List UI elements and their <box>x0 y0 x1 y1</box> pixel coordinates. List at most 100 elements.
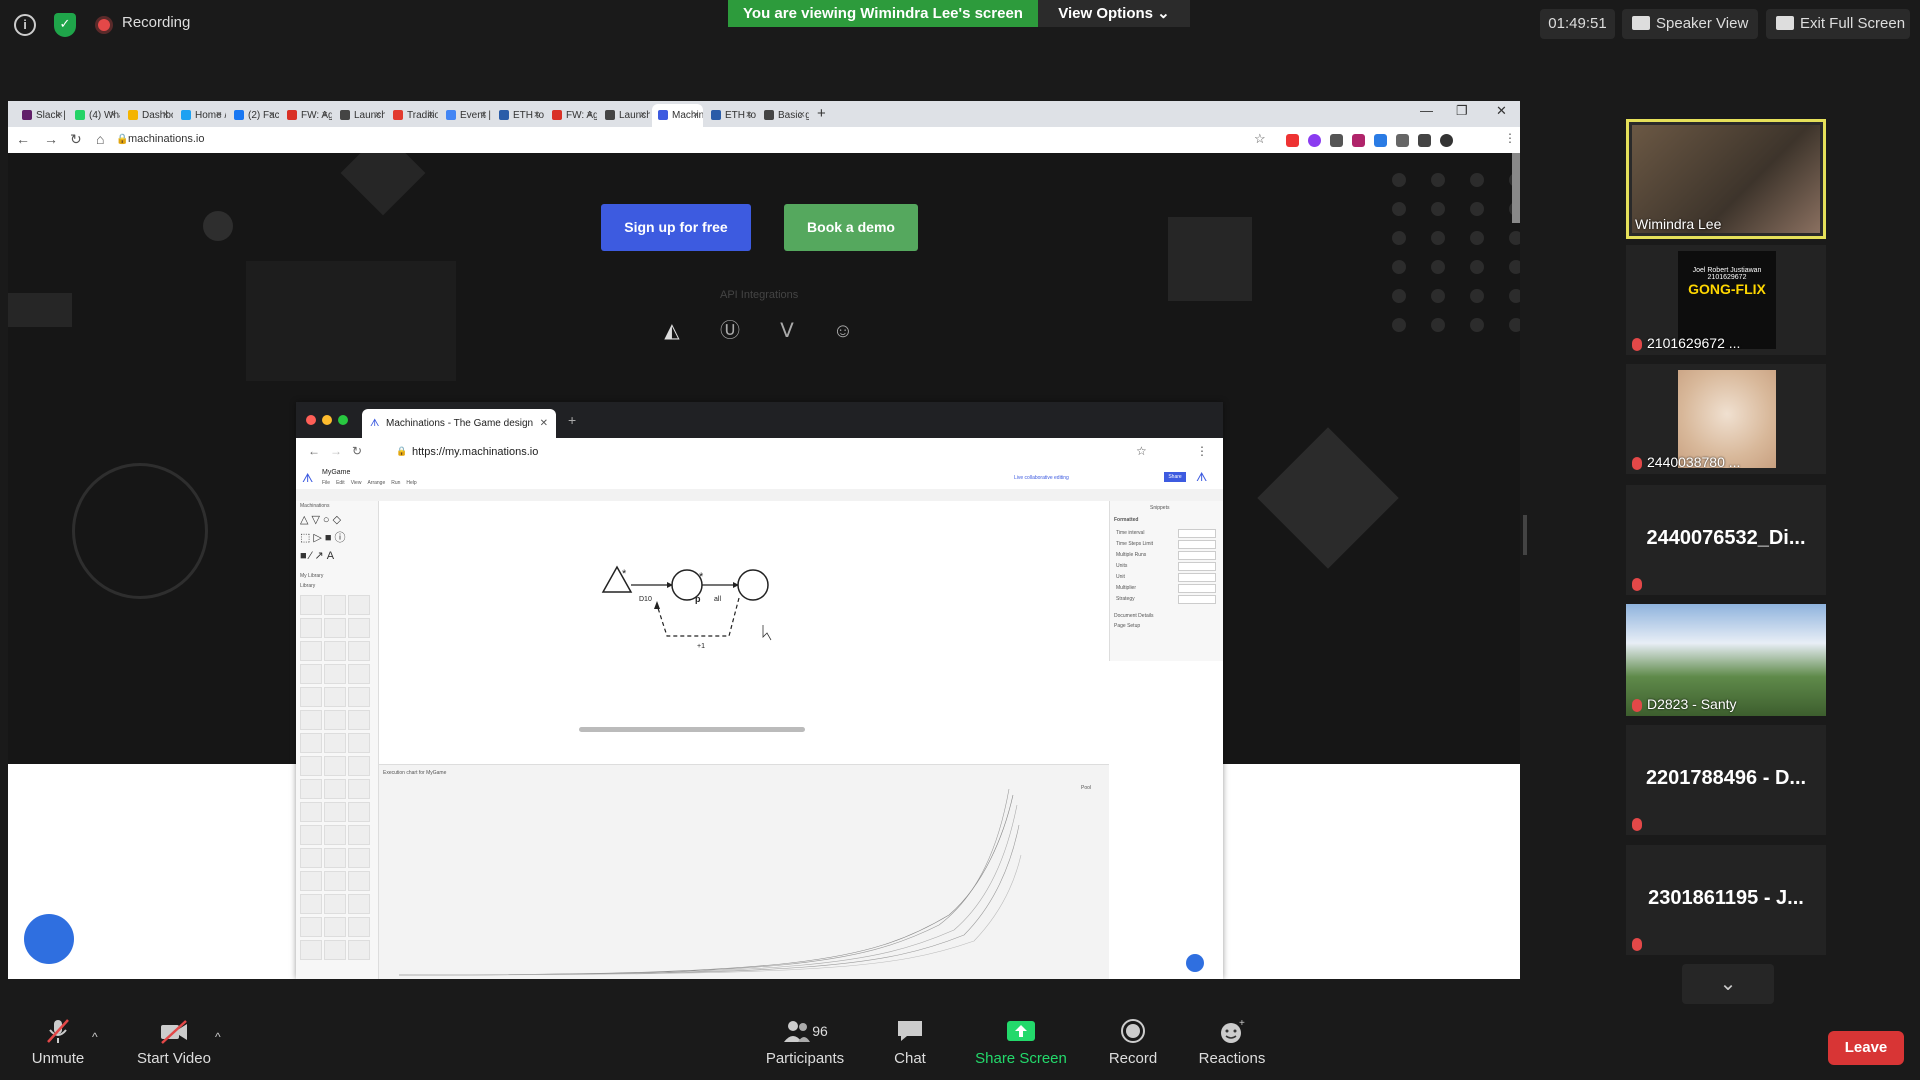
close-tab-icon[interactable]: × <box>746 104 752 127</box>
browser-tab[interactable]: (4) What× <box>69 104 120 127</box>
book-demo-button[interactable]: Book a demo <box>784 204 918 251</box>
bookmark-star-icon[interactable]: ☆ <box>1254 131 1266 147</box>
scroll-participants-down-button[interactable]: ⌄ <box>1682 964 1774 1004</box>
library-thumbnail <box>324 848 346 868</box>
browser-tab[interactable]: Launch × <box>334 104 385 127</box>
browser-tab[interactable]: Event | × <box>440 104 491 127</box>
extension-icon[interactable] <box>1374 134 1387 147</box>
tab-favicon-icon <box>340 110 350 121</box>
participants-button[interactable]: 96 Participants <box>760 1018 850 1067</box>
property-input <box>1178 562 1216 571</box>
panel-resize-handle[interactable] <box>1523 515 1527 555</box>
participant-name: 2440038780 ... <box>1632 454 1740 470</box>
browser-tab[interactable]: Slack | *× <box>16 104 67 127</box>
unity-logo-icon[interactable]: ◭ <box>661 320 683 342</box>
close-tab-icon[interactable]: × <box>587 104 593 127</box>
restore-icon[interactable]: ❐ <box>1456 103 1468 119</box>
sign-up-button[interactable]: Sign up for free <box>601 204 751 251</box>
zoom-dot-icon <box>338 415 348 425</box>
forward-icon[interactable]: → <box>44 131 58 147</box>
close-tab-icon[interactable]: × <box>428 104 434 127</box>
property-row: Units <box>1116 562 1216 571</box>
browser-tab[interactable]: ETH to × <box>705 104 756 127</box>
close-tab-icon[interactable]: × <box>163 104 169 127</box>
reload-icon[interactable]: ↻ <box>70 131 82 148</box>
extension-icon[interactable] <box>1352 134 1365 147</box>
minimize-icon[interactable]: — <box>1420 103 1433 118</box>
decorative-dot <box>1470 173 1484 187</box>
property-row: Multiple Runs <box>1116 551 1216 560</box>
canvas-scrollbar <box>579 727 805 732</box>
tab-favicon-icon <box>181 110 191 121</box>
audio-options-caret-icon[interactable]: ^ <box>92 1030 98 1044</box>
library-thumbnail <box>300 756 322 776</box>
home-icon[interactable]: ⌂ <box>96 131 104 147</box>
browser-tab[interactable]: FW: Aga× <box>546 104 597 127</box>
reactions-button[interactable]: + Reactions <box>1198 1018 1266 1067</box>
extensions-puzzle-icon[interactable] <box>1418 134 1431 147</box>
view-options-button[interactable]: View Options ⌄ <box>1038 0 1190 27</box>
extension-icon[interactable] <box>1396 134 1409 147</box>
close-window-icon[interactable]: ✕ <box>1496 103 1507 119</box>
participant-tile[interactable]: Wimindra Lee <box>1626 119 1826 239</box>
close-tab-icon[interactable]: × <box>640 104 646 127</box>
share-screen-button[interactable]: Share Screen <box>972 1018 1070 1067</box>
participant-tile[interactable]: 2440076532_Di... <box>1626 485 1826 595</box>
exit-full-screen-button[interactable]: Exit Full Screen <box>1766 9 1910 39</box>
lock-icon: 🔒 <box>116 134 129 145</box>
info-icon[interactable]: i <box>14 14 36 36</box>
participant-tile[interactable]: 2201788496 - D... <box>1626 725 1826 835</box>
browser-tab[interactable]: Machin × <box>652 104 703 127</box>
close-tab-icon[interactable]: × <box>110 104 116 127</box>
adblock-extension-icon[interactable] <box>1286 134 1299 147</box>
library-thumbnail <box>300 618 322 638</box>
browser-tab[interactable]: Traditio × <box>387 104 438 127</box>
browser-tab[interactable]: ETH to × <box>493 104 544 127</box>
record-button[interactable]: Record <box>1106 1018 1160 1067</box>
tab-favicon-icon <box>658 110 668 121</box>
leave-meeting-button[interactable]: Leave <box>1828 1031 1904 1065</box>
speaker-view-button[interactable]: Speaker View <box>1622 9 1758 39</box>
godot-logo-icon[interactable]: ☺ <box>832 320 854 342</box>
video-options-caret-icon[interactable]: ^ <box>215 1030 221 1044</box>
participant-tile[interactable]: D2823 - Santy <box>1626 604 1826 716</box>
browser-tab[interactable]: Dashbo× <box>122 104 173 127</box>
url-field[interactable]: machinations.io <box>128 133 204 145</box>
profile-avatar-icon[interactable] <box>1440 134 1453 147</box>
extension-icon[interactable] <box>1308 134 1321 147</box>
browser-tab[interactable]: Basic ga× <box>758 104 809 127</box>
close-tab-icon[interactable]: × <box>375 104 381 127</box>
exit-full-screen-label: Exit Full Screen <box>1800 15 1906 32</box>
close-tab-icon[interactable]: × <box>534 104 540 127</box>
browser-tab[interactable]: Home / × <box>175 104 226 127</box>
close-tab-icon[interactable]: × <box>269 104 275 127</box>
start-video-button[interactable]: Start Video <box>132 1018 216 1067</box>
recording-dot-icon <box>98 19 110 31</box>
close-tab-icon[interactable]: × <box>57 104 63 127</box>
browser-menu-icon[interactable]: ⋮ <box>1504 131 1516 145</box>
page-scrollbar[interactable] <box>1512 153 1520 223</box>
close-tab-icon[interactable]: × <box>799 104 805 127</box>
close-tab-icon[interactable]: × <box>216 104 222 127</box>
new-tab-button[interactable]: + <box>817 105 826 122</box>
participant-tile[interactable]: 2440038780 ... <box>1626 364 1826 474</box>
browser-tab[interactable]: Launch × <box>599 104 650 127</box>
browser-tab[interactable]: FW: Aga× <box>281 104 332 127</box>
back-icon[interactable]: ← <box>16 131 30 147</box>
chat-button[interactable]: Chat <box>886 1018 934 1067</box>
unreal-logo-icon[interactable]: Ⓤ <box>719 320 741 342</box>
close-tab-icon[interactable]: × <box>322 104 328 127</box>
extension-icon[interactable] <box>1330 134 1343 147</box>
participant-tile[interactable]: Joel Robert Justiawan 2101629672 GONG-FL… <box>1626 245 1826 355</box>
close-tab-icon[interactable]: × <box>693 104 699 127</box>
browser-tab[interactable]: (2) Faceb× <box>228 104 279 127</box>
property-label: Multiple Runs <box>1116 552 1147 558</box>
decorative-dot <box>1392 318 1406 332</box>
avatar-caption: Joel Robert Justiawan <box>1692 267 1762 274</box>
unmute-button[interactable]: Unmute <box>28 1018 88 1067</box>
close-tab-icon[interactable]: × <box>481 104 487 127</box>
participant-tile[interactable]: 2301861195 - J... <box>1626 845 1826 955</box>
security-shield-icon[interactable]: ✓ <box>54 13 76 37</box>
engine-logo-icon[interactable]: ᐯ <box>776 320 798 342</box>
support-chat-icon[interactable] <box>24 914 74 964</box>
